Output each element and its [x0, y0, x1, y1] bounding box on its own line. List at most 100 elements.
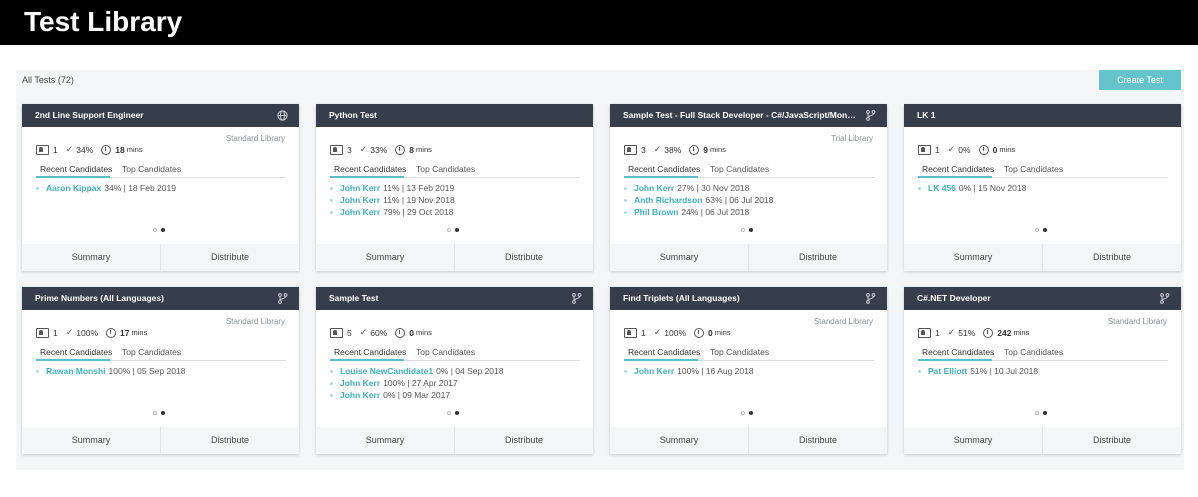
- pager-dot-active[interactable]: [455, 228, 459, 232]
- bullet: [330, 211, 333, 215]
- bullet: [624, 370, 627, 374]
- tab-recent-candidates[interactable]: Recent Candidates: [334, 347, 406, 357]
- card-title[interactable]: Prime Numbers (All Languages): [22, 287, 299, 310]
- active-tab-indicator: [36, 359, 110, 361]
- create-test-button[interactable]: Create Test: [1099, 70, 1181, 90]
- card-title[interactable]: C#.NET Developer: [904, 287, 1181, 310]
- test-card[interactable]: Prime Numbers (All Languages) Standard L…: [22, 287, 299, 454]
- candidate-name[interactable]: John Kerr: [340, 207, 380, 217]
- tab-top-candidates[interactable]: Top Candidates: [416, 347, 475, 357]
- card-footer: Summary Distribute: [610, 427, 887, 454]
- tab-top-candidates[interactable]: Top Candidates: [710, 164, 769, 174]
- candidate-name[interactable]: Rawan Monshi: [46, 366, 106, 376]
- duration-unit: mins: [131, 328, 148, 337]
- candidates-stat: 3: [330, 144, 352, 155]
- candidate-name[interactable]: John Kerr: [340, 195, 380, 205]
- pager-dot[interactable]: [447, 411, 451, 415]
- test-card[interactable]: 2nd Line Support Engineer Standard Libra…: [22, 104, 299, 271]
- distribute-button[interactable]: Distribute: [1042, 244, 1181, 271]
- summary-button[interactable]: Summary: [610, 244, 748, 271]
- pager-dot-active[interactable]: [749, 411, 753, 415]
- summary-button[interactable]: Summary: [22, 244, 160, 271]
- distribute-button[interactable]: Distribute: [1042, 427, 1181, 454]
- summary-button[interactable]: Summary: [316, 427, 454, 454]
- card-title[interactable]: Sample Test - Full Stack Developer - C#/…: [610, 104, 887, 127]
- distribute-button[interactable]: Distribute: [454, 427, 593, 454]
- summary-button[interactable]: Summary: [904, 244, 1042, 271]
- card-title[interactable]: LK 1: [904, 104, 1181, 127]
- distribute-button[interactable]: Distribute: [748, 244, 887, 271]
- test-card[interactable]: LK 1 1 ✓ 0% 0 mins Recent Candidates Top C…: [904, 104, 1181, 271]
- pager-dot[interactable]: [741, 411, 745, 415]
- candidate-name[interactable]: Aaron Kippax: [46, 183, 101, 193]
- candidate-name[interactable]: Louise NewCandidate1: [340, 366, 433, 376]
- pager-dot-active[interactable]: [1043, 228, 1047, 232]
- pager-dots: [447, 228, 463, 232]
- tab-top-candidates[interactable]: Top Candidates: [1004, 164, 1063, 174]
- clock-icon: [983, 327, 994, 338]
- card-title[interactable]: Python Test: [316, 104, 593, 127]
- summary-button[interactable]: Summary: [904, 427, 1042, 454]
- average-score: 100%: [76, 327, 99, 338]
- card-title[interactable]: 2nd Line Support Engineer: [22, 104, 299, 127]
- pager-dot[interactable]: [1035, 228, 1039, 232]
- tab-recent-candidates[interactable]: Recent Candidates: [628, 164, 700, 174]
- average-score: 51%: [958, 327, 976, 338]
- summary-button[interactable]: Summary: [610, 427, 748, 454]
- score-stat: ✓ 38%: [654, 144, 682, 155]
- pager-dot[interactable]: [153, 228, 157, 232]
- tab-top-candidates[interactable]: Top Candidates: [710, 347, 769, 357]
- candidate-list: LK 456 0% | 15 Nov 2018: [918, 182, 1026, 194]
- test-card[interactable]: C#.NET Developer Standard Library 1 ✓ 51%…: [904, 287, 1181, 454]
- duration-unit: mins: [416, 328, 432, 337]
- pager-dot[interactable]: [1035, 411, 1039, 415]
- pager-dot-active[interactable]: [749, 228, 753, 232]
- pager-dot-active[interactable]: [455, 411, 459, 415]
- tab-top-candidates[interactable]: Top Candidates: [122, 347, 181, 357]
- candidates-count: 1: [935, 327, 940, 338]
- candidate-name[interactable]: John Kerr: [634, 183, 674, 193]
- tab-top-candidates[interactable]: Top Candidates: [122, 164, 181, 174]
- card-title[interactable]: Find Triplets (All Languages): [610, 287, 887, 310]
- candidate-name[interactable]: John Kerr: [634, 366, 674, 376]
- candidate-name[interactable]: John Kerr: [340, 378, 380, 388]
- tab-recent-candidates[interactable]: Recent Candidates: [40, 164, 112, 174]
- bullet: [918, 187, 921, 191]
- tab-recent-candidates[interactable]: Recent Candidates: [40, 347, 112, 357]
- candidate-name[interactable]: John Kerr: [340, 183, 380, 193]
- pager-dot[interactable]: [741, 228, 745, 232]
- tab-top-candidates[interactable]: Top Candidates: [1004, 347, 1063, 357]
- tab-recent-candidates[interactable]: Recent Candidates: [922, 164, 994, 174]
- distribute-button[interactable]: Distribute: [748, 427, 887, 454]
- candidate-name[interactable]: Phil Brown: [634, 207, 678, 217]
- test-card[interactable]: Python Test 3 ✓ 33% 8 mins Recent Candidat…: [316, 104, 593, 271]
- fork-icon: [865, 110, 876, 121]
- pager-dot-active[interactable]: [1043, 411, 1047, 415]
- clock-icon: [101, 144, 112, 155]
- summary-button[interactable]: Summary: [316, 244, 454, 271]
- tab-recent-candidates[interactable]: Recent Candidates: [628, 347, 700, 357]
- candidate-name[interactable]: Pat Elliott: [928, 366, 967, 376]
- candidate-detail: 11% | 13 Feb 2019: [383, 183, 455, 193]
- distribute-button[interactable]: Distribute: [160, 427, 299, 454]
- card-title[interactable]: Sample Test: [316, 287, 593, 310]
- tab-top-candidates[interactable]: Top Candidates: [416, 164, 475, 174]
- tab-recent-candidates[interactable]: Recent Candidates: [922, 347, 994, 357]
- candidate-row: John Kerr 79% | 29 Oct 2018: [330, 206, 455, 218]
- candidate-row: John Kerr 11% | 13 Feb 2019: [330, 182, 455, 194]
- pager-dot-active[interactable]: [161, 228, 165, 232]
- summary-button[interactable]: Summary: [22, 427, 160, 454]
- candidates-icon: [330, 327, 343, 338]
- pager-dot-active[interactable]: [161, 411, 165, 415]
- candidate-name[interactable]: LK 456: [928, 183, 956, 193]
- pager-dot[interactable]: [153, 411, 157, 415]
- pager-dot[interactable]: [447, 228, 451, 232]
- test-card[interactable]: Sample Test 5 ✓ 60% 0 mins Recent Candidat…: [316, 287, 593, 454]
- candidate-name[interactable]: John Kerr: [340, 390, 380, 400]
- distribute-button[interactable]: Distribute: [160, 244, 299, 271]
- test-card[interactable]: Sample Test - Full Stack Developer - C#/…: [610, 104, 887, 271]
- test-card[interactable]: Find Triplets (All Languages) Standard L…: [610, 287, 887, 454]
- candidate-name[interactable]: Anth Richardson: [634, 195, 702, 205]
- distribute-button[interactable]: Distribute: [454, 244, 593, 271]
- tab-recent-candidates[interactable]: Recent Candidates: [334, 164, 406, 174]
